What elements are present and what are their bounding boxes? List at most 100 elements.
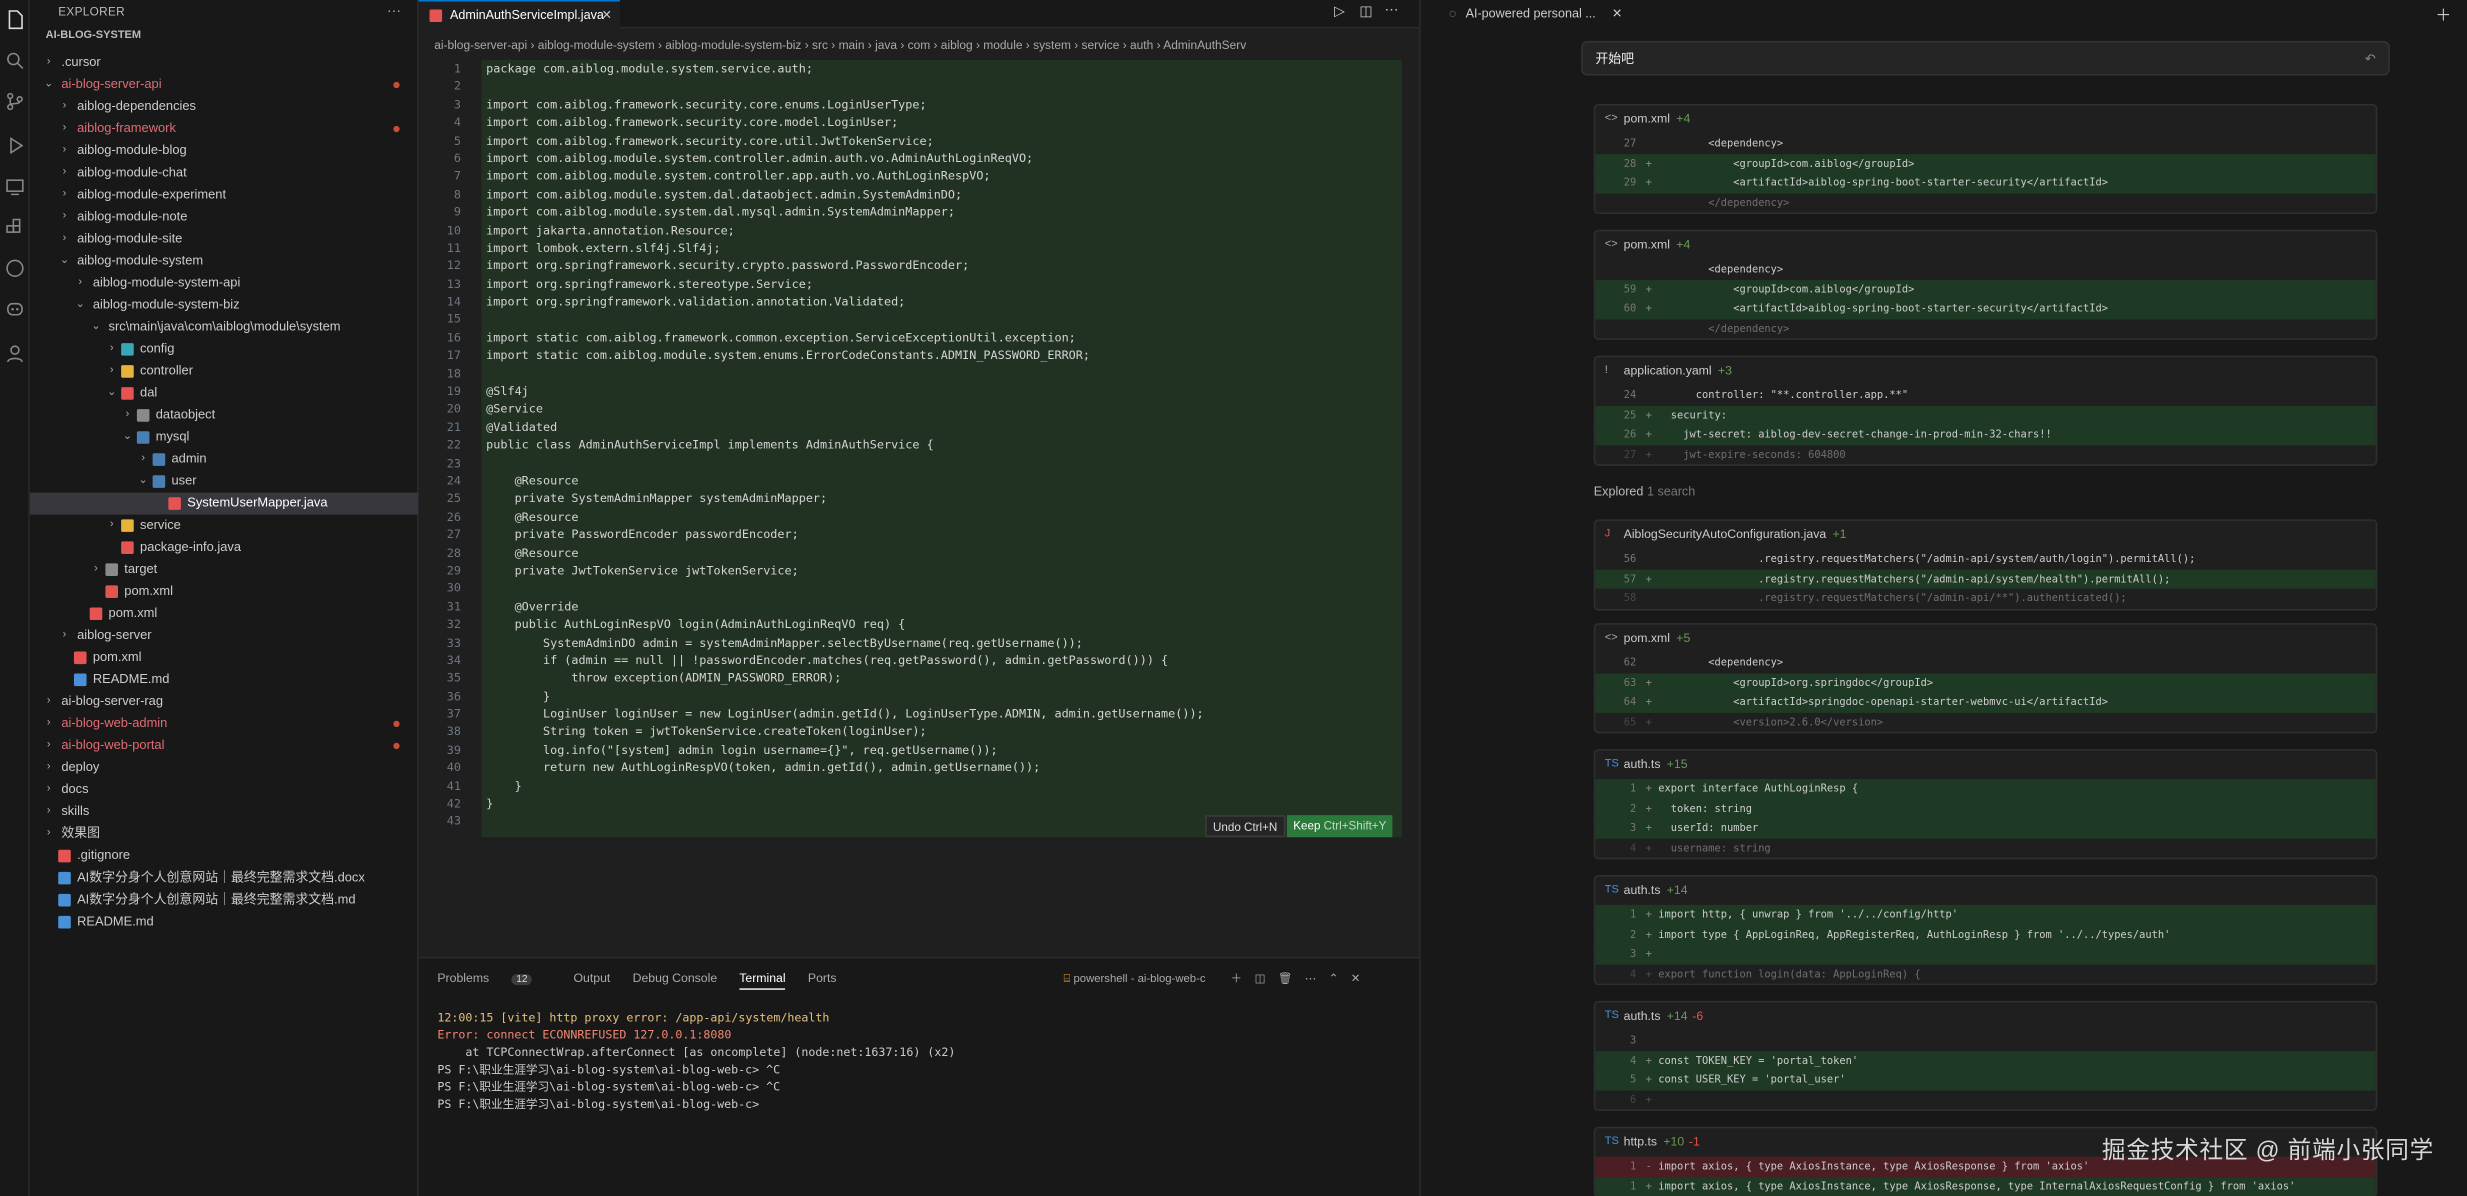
code-line[interactable]: 36 } [418, 687, 1419, 705]
code-editor[interactable]: 1 package com.aiblog.module.system.servic… [418, 60, 1419, 841]
diff-card[interactable]: TS auth.ts +14 1 + import http, { unwrap } fr… [1593, 874, 2378, 986]
code-line[interactable]: 7 import com.aiblog.module.system.control… [418, 167, 1419, 185]
diff-card-header[interactable]: ! application.yaml +3 [1595, 357, 2375, 385]
more-actions-icon[interactable]: ⋯ [1305, 971, 1316, 985]
files-icon[interactable] [5, 9, 25, 30]
code-line[interactable]: 6 import com.aiblog.module.system.control… [418, 149, 1419, 167]
chevron-down-icon[interactable]: ⌄ [121, 426, 134, 448]
diff-card[interactable]: <> pom.xml +4 27 <dependency> 28 + <groupId>c… [1593, 103, 2378, 215]
file-item[interactable]: README.md [30, 669, 419, 691]
folder-item[interactable]: › ai-blog-server-rag [30, 691, 419, 713]
code-line[interactable]: 26 @Resource [418, 508, 1419, 526]
code-line[interactable]: 2 [418, 78, 1419, 96]
tab-problems[interactable]: Problems 12 [437, 971, 551, 986]
diff-card[interactable]: <> pom.xml +4 <dependency> 59 + <groupId>com… [1593, 229, 2378, 341]
chevron-right-icon[interactable]: › [42, 757, 55, 779]
more-actions-icon[interactable]: ⋯ [1385, 2, 1399, 19]
chevron-right-icon[interactable]: › [42, 823, 55, 845]
file-item[interactable]: pom.xml [30, 603, 419, 625]
folder-item[interactable]: › aiblog-module-system-api [30, 272, 419, 294]
explored-summary[interactable]: Explored 1 search [1594, 485, 1695, 499]
chevron-right-icon[interactable]: › [58, 118, 71, 140]
breadcrumb[interactable]: ai-blog-server-api › aiblog-module-syste… [418, 31, 1419, 59]
code-line[interactable]: 28 @Resource [418, 544, 1419, 562]
diff-card-header[interactable]: TS auth.ts +14 -6 [1595, 1002, 2375, 1030]
code-line[interactable]: 13 import org.springframework.stereotype.… [418, 275, 1419, 293]
code-line[interactable]: 39 log.info("[system] admin login userna… [418, 741, 1419, 759]
folder-item[interactable]: ⌄ src\main\java\com\aiblog\module\system [30, 316, 419, 338]
code-line[interactable]: 25 private SystemAdminMapper systemAdmin… [418, 490, 1419, 508]
folder-item[interactable]: › service [30, 515, 419, 537]
code-line[interactable]: 20 @Service [418, 400, 1419, 418]
new-terminal-icon[interactable]: ＋ [1231, 971, 1242, 985]
code-line[interactable]: 4 import com.aiblog.framework.security.co… [418, 114, 1419, 132]
folder-item[interactable]: › aiblog-module-experiment [30, 184, 419, 206]
tab-output[interactable]: Output [573, 971, 610, 985]
accounts-icon[interactable] [5, 343, 25, 363]
chevron-right-icon[interactable]: › [58, 625, 71, 647]
chevron-right-icon[interactable]: › [58, 140, 71, 162]
code-line[interactable]: 33 SystemAdminDO admin = systemAdminMapp… [418, 633, 1419, 651]
chevron-right-icon[interactable]: › [58, 184, 71, 206]
chevron-down-icon[interactable]: ⌄ [58, 250, 71, 272]
code-line[interactable]: 9 import com.aiblog.module.system.dal.mys… [418, 203, 1419, 221]
folder-item[interactable]: › aiblog-module-site [30, 228, 419, 250]
remote-explorer-icon[interactable] [5, 176, 25, 196]
code-line[interactable]: 12 import org.springframework.security.cr… [418, 257, 1419, 275]
copilot-icon[interactable] [5, 299, 25, 319]
chevron-right-icon[interactable]: › [105, 515, 118, 537]
code-line[interactable]: 19 @Slf4j [418, 382, 1419, 400]
folder-item[interactable]: ⌄ dal [30, 382, 419, 404]
new-chat-icon[interactable]: ＋ [2435, 2, 2451, 25]
chevron-right-icon[interactable]: › [58, 162, 71, 184]
run-debug-icon[interactable] [5, 135, 25, 155]
diff-card[interactable]: TS auth.ts +15 1 + export interface AuthLogin… [1593, 749, 2378, 860]
run-icon[interactable]: ▷ [1334, 3, 1345, 20]
file-item[interactable]: pom.xml [30, 581, 419, 603]
file-item[interactable]: README.md [30, 911, 419, 933]
chevron-down-icon[interactable]: ⌄ [42, 74, 55, 96]
workspace-root[interactable]: AI-BLOG-SYSTEM [30, 25, 417, 47]
keep-button[interactable]: Keep Ctrl+Shift+Y [1286, 815, 1393, 838]
close-icon[interactable]: ✕ [601, 2, 612, 29]
chat-message[interactable]: 开始吧 ↶ [1581, 40, 2390, 76]
folder-item[interactable]: ⌄ mysql [30, 426, 419, 448]
diff-card-header[interactable]: <> pom.xml +5 [1595, 625, 2375, 653]
chevron-right-icon[interactable]: › [90, 559, 103, 581]
diff-card-header[interactable]: TS auth.ts +15 [1595, 751, 2375, 779]
folder-item[interactable]: ⌄ user [30, 471, 419, 493]
chevron-right-icon[interactable]: › [58, 228, 71, 250]
code-line[interactable]: 32 public AuthLoginRespVO login(AdminAut… [418, 615, 1419, 633]
diff-card-header[interactable]: J AiblogSecurityAutoConfiguration.java +1 [1595, 521, 2375, 549]
folder-item[interactable]: › aiblog-module-chat [30, 162, 419, 184]
folder-item[interactable]: › controller [30, 360, 419, 382]
diff-card-header[interactable]: <> pom.xml +4 [1595, 231, 2375, 259]
more-actions-icon[interactable]: ⋯ [387, 3, 401, 20]
code-line[interactable]: 24 @Resource [418, 472, 1419, 490]
code-line[interactable]: 3 import com.aiblog.framework.security.co… [418, 96, 1419, 114]
close-icon[interactable]: ✕ [1612, 6, 1623, 20]
chevron-right-icon[interactable]: › [42, 801, 55, 823]
folder-item[interactable]: › aiblog-dependencies [30, 96, 419, 118]
folder-item[interactable]: › config [30, 338, 419, 360]
diff-card-header[interactable]: TS auth.ts +14 [1595, 877, 2375, 905]
folder-item[interactable]: ⌄ ai-blog-server-api [30, 74, 419, 96]
code-line[interactable]: 40 return new AuthLoginRespVO(token, adm… [418, 759, 1419, 777]
search-icon[interactable] [5, 50, 25, 70]
chevron-down-icon[interactable]: ⌄ [137, 471, 150, 493]
file-item[interactable]: AI数字分身个人创意网站｜最终完整需求文档.docx [30, 867, 419, 889]
chevron-right-icon[interactable]: › [42, 779, 55, 801]
close-panel-icon[interactable]: ✕ [1351, 971, 1360, 985]
code-line[interactable]: 42} [418, 795, 1419, 813]
chevron-right-icon[interactable]: › [105, 360, 118, 382]
tab-debug-console[interactable]: Debug Console [633, 971, 718, 985]
chevron-right-icon[interactable]: › [137, 449, 150, 471]
code-line[interactable]: 38 String token = jwtTokenService.create… [418, 723, 1419, 741]
folder-item[interactable]: › docs [30, 779, 419, 801]
file-item[interactable]: pom.xml [30, 647, 419, 669]
code-line[interactable]: 17 import static com.aiblog.module.system… [418, 347, 1419, 365]
folder-item[interactable]: › .cursor [30, 52, 419, 74]
code-line[interactable]: 41 } [418, 777, 1419, 795]
code-line[interactable]: 23 [418, 454, 1419, 472]
code-line[interactable]: 35 throw exception(ADMIN_PASSWORD_ERROR)… [418, 669, 1419, 687]
